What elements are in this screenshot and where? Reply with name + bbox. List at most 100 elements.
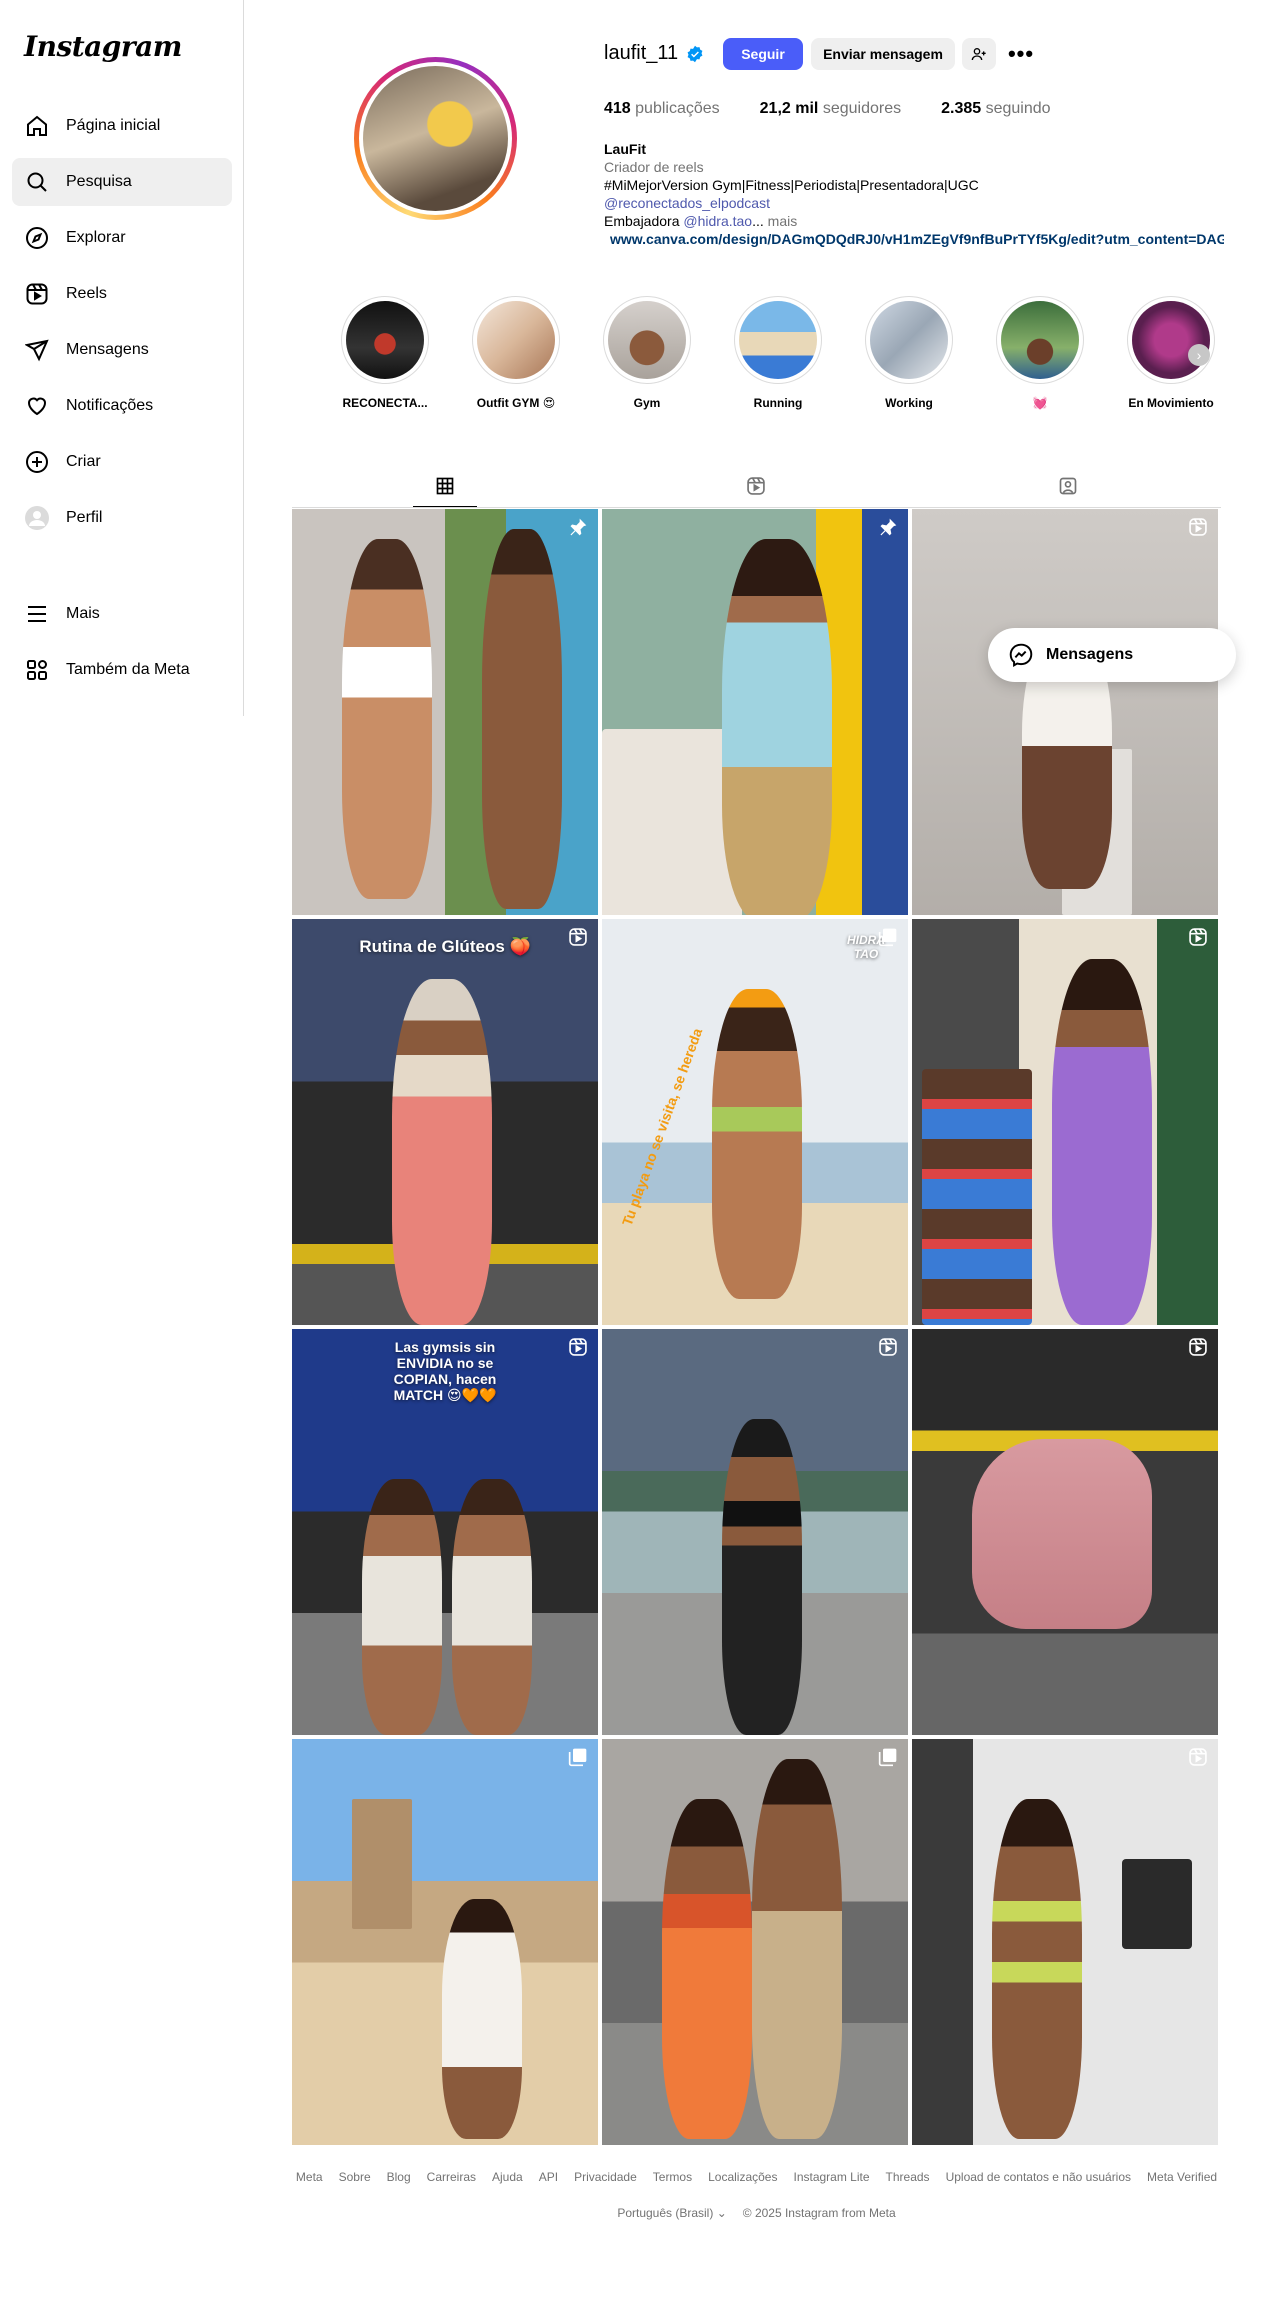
post-tile[interactable]	[292, 1739, 598, 2145]
footer-link[interactable]: Privacidade	[574, 2170, 637, 2184]
profile-avatar[interactable]	[354, 57, 517, 220]
reel-icon	[879, 1338, 897, 1356]
send-message-button[interactable]: Enviar mensagem	[811, 38, 955, 70]
sidebar-item-label: Criar	[66, 453, 101, 470]
footer-link[interactable]: Blog	[387, 2170, 411, 2184]
post-tile[interactable]: Rutina de Glúteos 🍑	[292, 919, 598, 1325]
highlight-item[interactable]: Running	[723, 296, 833, 410]
profile-bio: LauFit Criador de reels #MiMejorVersion …	[604, 140, 1224, 248]
pin-icon	[880, 518, 897, 536]
post-tile[interactable]	[912, 1739, 1218, 2145]
highlight-item[interactable]: Outfit GYM 😍	[461, 296, 571, 410]
post-overlay-text: Las gymsis sin ENVIDIA no se COPIAN, hac…	[393, 1339, 497, 1403]
sidebar-item-label: Pesquisa	[66, 173, 132, 190]
post-overlay-text: Tu playa no se visita, se hereda	[618, 1026, 706, 1228]
highlight-cover	[1001, 301, 1079, 379]
post-tile[interactable]: HIDRA TAO Tu playa no se visita, se here…	[602, 919, 908, 1325]
reel-icon	[1189, 518, 1207, 536]
bio-name: LauFit	[604, 141, 646, 157]
highlight-item[interactable]: RECONECTA...	[330, 296, 440, 410]
highlights-next-arrow-icon[interactable]: ›	[1188, 344, 1210, 366]
highlight-label: Gym	[633, 396, 661, 410]
highlight-item[interactable]: Gym	[592, 296, 702, 410]
post-tile[interactable]	[602, 1739, 908, 2145]
sidebar-item-reels[interactable]: Reels	[12, 270, 232, 318]
copyright-text: © 2025 Instagram from Meta	[742, 2206, 896, 2220]
floating-messages-button[interactable]: Mensagens	[988, 628, 1236, 682]
bio-ambassador-mention[interactable]: @hidra.tao	[683, 213, 752, 229]
post-tile[interactable]: Las gymsis sin ENVIDIA no se COPIAN, hac…	[292, 1329, 598, 1735]
tab-reels[interactable]	[724, 466, 788, 506]
more-options-button[interactable]: •••	[1004, 38, 1038, 70]
highlight-item[interactable]: 💓	[985, 296, 1095, 410]
follow-button[interactable]: Seguir	[723, 38, 803, 70]
bio-mention-link[interactable]: @reconectados_elpodcast	[604, 194, 1224, 212]
footer-link[interactable]: Sobre	[339, 2170, 371, 2184]
add-person-icon	[971, 48, 986, 61]
carousel-icon	[878, 928, 897, 947]
post-overlay-text: Rutina de Glúteos 🍑	[359, 937, 531, 956]
compass-icon	[24, 225, 50, 251]
footer-link[interactable]: API	[539, 2170, 558, 2184]
footer-link[interactable]: Meta	[296, 2170, 323, 2184]
profile-stats: 418 publicações 21,2 mil seguidores 2.38…	[604, 100, 1091, 118]
sidebar-item-label: Também da Meta	[66, 661, 190, 678]
footer-link[interactable]: Upload de contatos e não usuários	[946, 2170, 1131, 2184]
sidebar-item-home[interactable]: Página inicial	[12, 102, 232, 150]
footer-link[interactable]: Threads	[886, 2170, 930, 2184]
avatar-image	[363, 66, 508, 211]
reel-icon	[569, 1338, 587, 1356]
sidebar-item-profile[interactable]: Perfil	[12, 494, 232, 542]
sidebar-item-label: Reels	[66, 285, 107, 302]
post-tile[interactable]	[912, 919, 1218, 1325]
page-footer: Meta Sobre Blog Carreiras Ajuda API Priv…	[292, 2170, 1221, 2220]
post-tile[interactable]	[602, 1329, 908, 1735]
highlight-label: Outfit GYM 😍	[476, 396, 556, 410]
sidebar-item-more[interactable]: Mais	[12, 590, 232, 638]
followers-count[interactable]: 21,2 mil seguidores	[760, 100, 901, 118]
footer-link[interactable]: Ajuda	[492, 2170, 523, 2184]
language-select[interactable]: Português (Brasil) ⌄	[617, 2206, 726, 2220]
footer-link[interactable]: Carreiras	[427, 2170, 476, 2184]
chevron-down-icon: ⌄	[716, 2206, 727, 2220]
sidebar-item-label: Notificações	[66, 397, 154, 414]
highlight-cover	[1132, 301, 1210, 379]
bio-category: Criador de reels	[604, 159, 704, 175]
sidebar-item-messages[interactable]: Mensagens	[12, 326, 232, 374]
post-tile[interactable]	[912, 1329, 1218, 1735]
sidebar-item-create[interactable]: Criar	[12, 438, 232, 486]
tab-posts[interactable]	[413, 466, 477, 507]
footer-link[interactable]: Meta Verified	[1147, 2170, 1217, 2184]
sidebar-item-explore[interactable]: Explorar	[12, 214, 232, 262]
suggest-people-button[interactable]	[962, 38, 996, 70]
tab-tagged[interactable]	[1036, 466, 1100, 506]
bio-external-link[interactable]: www.canva.com/design/DAGmQDQdRJ0/vH1mZEg…	[604, 230, 1224, 248]
sidebar-item-meta[interactable]: Também da Meta	[12, 646, 232, 694]
bio-more-link[interactable]: mais	[764, 213, 798, 229]
verified-badge-icon	[687, 45, 703, 62]
post-tile[interactable]	[912, 509, 1218, 915]
sidebar-nav: Página inicial Pesquisa Explorar Reels M…	[12, 102, 232, 550]
post-tile[interactable]	[602, 509, 908, 915]
sidebar-item-notifications[interactable]: Notificações	[12, 382, 232, 430]
search-icon	[24, 169, 50, 195]
highlight-cover	[477, 301, 555, 379]
footer-link[interactable]: Localizações	[708, 2170, 777, 2184]
footer-link[interactable]: Termos	[653, 2170, 692, 2184]
sidebar-item-label: Página inicial	[66, 117, 161, 134]
highlight-item[interactable]: Working	[854, 296, 964, 410]
home-icon	[24, 113, 50, 139]
reel-icon	[1189, 1338, 1207, 1356]
footer-links: Meta Sobre Blog Carreiras Ajuda API Priv…	[292, 2170, 1221, 2184]
reels-icon	[747, 477, 765, 495]
sidebar-item-search[interactable]: Pesquisa	[12, 158, 232, 206]
sidebar-bottom: Mais Também da Meta	[12, 590, 232, 702]
sidebar-item-label: Explorar	[66, 229, 126, 246]
tabs-divider	[292, 507, 1221, 508]
post-tile[interactable]	[292, 509, 598, 915]
bio-line: #MiMejorVersion Gym|Fitness|Periodista|P…	[604, 177, 979, 193]
footer-link[interactable]: Instagram Lite	[793, 2170, 869, 2184]
instagram-logo[interactable]: Instagram	[24, 30, 182, 63]
following-count[interactable]: 2.385 seguindo	[941, 100, 1050, 118]
highlight-label: Working	[885, 396, 933, 410]
